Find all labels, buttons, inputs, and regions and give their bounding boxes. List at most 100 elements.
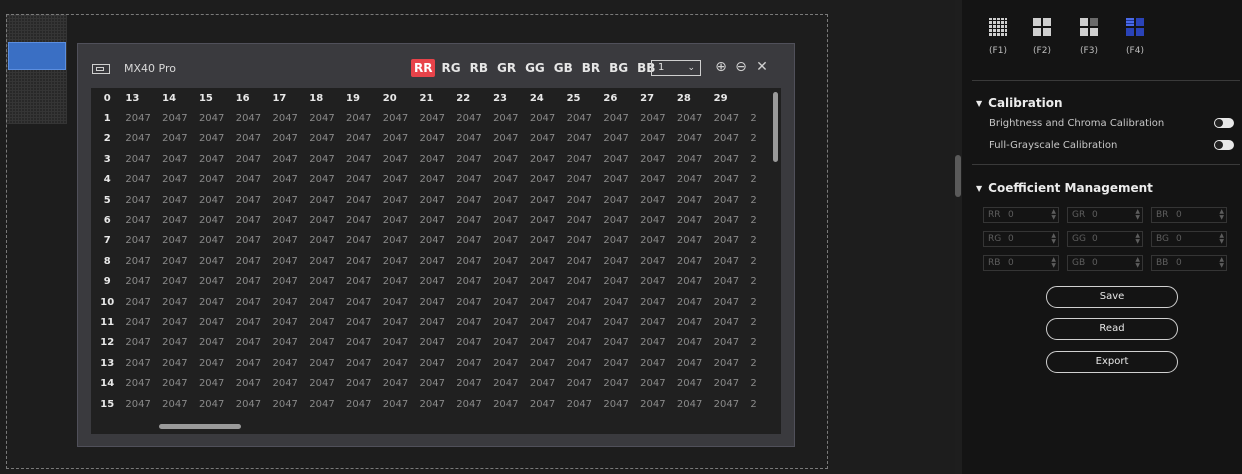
coefficient-cell[interactable]: 2047	[234, 170, 271, 190]
spinner-arrows-icon[interactable]: ▲ ▼	[1135, 257, 1140, 269]
coefficient-cell[interactable]: 2047	[675, 394, 712, 414]
coefficient-cell[interactable]: 2047	[418, 333, 455, 353]
coefficient-cell[interactable]: 2	[748, 272, 781, 292]
coefficient-cell[interactable]: 2047	[307, 210, 344, 230]
coefficient-cell[interactable]: 2047	[270, 272, 307, 292]
coefficient-cell[interactable]: 2047	[160, 292, 197, 312]
coefficient-cell[interactable]: 2047	[491, 251, 528, 271]
coefficient-cell[interactable]: 2047	[197, 272, 234, 292]
coefficient-cell[interactable]: 2047	[712, 231, 749, 251]
coefficient-cell[interactable]: 2047	[565, 272, 602, 292]
coefficient-cell[interactable]: 2047	[565, 108, 602, 128]
coefficient-cell[interactable]: 2047	[197, 312, 234, 332]
coefficient-cell[interactable]: 2047	[381, 333, 418, 353]
coefficient-cell[interactable]: 2047	[160, 333, 197, 353]
coefficient-cell[interactable]: 2047	[454, 251, 491, 271]
coefficient-cell[interactable]: 2047	[197, 251, 234, 271]
brightness-chroma-toggle[interactable]	[1214, 118, 1234, 128]
coefficient-cell[interactable]: 2047	[712, 373, 749, 393]
coefficient-field-bg[interactable]: BG 0 ▲ ▼	[1151, 231, 1227, 247]
coefficient-cell[interactable]: 2047	[160, 129, 197, 149]
coefficient-cell[interactable]: 2047	[123, 210, 160, 230]
coefficient-cell[interactable]: 2047	[528, 251, 565, 271]
coefficient-cell[interactable]: 2047	[270, 108, 307, 128]
coefficient-cell[interactable]: 2047	[160, 394, 197, 414]
coefficient-cell[interactable]: 2047	[234, 108, 271, 128]
coefficient-cell[interactable]: 2047	[197, 292, 234, 312]
coefficient-cell[interactable]: 2047	[638, 108, 675, 128]
coefficient-cell[interactable]: 2047	[712, 272, 749, 292]
coefficient-cell[interactable]: 2047	[528, 129, 565, 149]
coefficient-cell[interactable]: 2047	[344, 373, 381, 393]
coefficient-cell[interactable]: 2047	[601, 149, 638, 169]
coefficient-cell[interactable]: 2047	[418, 190, 455, 210]
coefficient-cell[interactable]: 2047	[344, 170, 381, 190]
coefficient-cell[interactable]: 2047	[160, 353, 197, 373]
coefficient-cell[interactable]: 2047	[344, 108, 381, 128]
coefficient-cell[interactable]: 2047	[344, 312, 381, 332]
spinner-arrows-icon[interactable]: ▲ ▼	[1135, 209, 1140, 221]
tab-bg[interactable]: BG	[606, 59, 631, 77]
coefficient-cell[interactable]: 2047	[381, 353, 418, 373]
coefficient-cell[interactable]: 2047	[712, 108, 749, 128]
coefficient-cell[interactable]: 2047	[528, 333, 565, 353]
calibration-section-title[interactable]: ▼ Calibration	[976, 96, 1063, 110]
coefficient-cell[interactable]: 2047	[712, 333, 749, 353]
coefficient-cell[interactable]: 2047	[491, 149, 528, 169]
coefficient-cell[interactable]: 2047	[234, 210, 271, 230]
coefficient-cell[interactable]: 2047	[454, 272, 491, 292]
coefficient-cell[interactable]: 2047	[675, 210, 712, 230]
coefficient-cell[interactable]: 2047	[601, 251, 638, 271]
coefficient-cell[interactable]: 2047	[601, 170, 638, 190]
coefficient-cell[interactable]: 2047	[270, 353, 307, 373]
coefficient-cell[interactable]: 2047	[160, 149, 197, 169]
coefficient-cell[interactable]: 2047	[601, 394, 638, 414]
coefficient-cell[interactable]: 2047	[565, 333, 602, 353]
coefficient-cell[interactable]: 2047	[307, 394, 344, 414]
coefficient-cell[interactable]: 2047	[712, 149, 749, 169]
coefficient-cell[interactable]: 2047	[344, 231, 381, 251]
coefficient-cell[interactable]: 2047	[491, 394, 528, 414]
coefficient-cell[interactable]: 2047	[675, 353, 712, 373]
mode-f2[interactable]: (F2)	[1022, 18, 1062, 56]
coefficient-cell[interactable]: 2047	[638, 190, 675, 210]
coefficient-cell[interactable]: 2047	[418, 373, 455, 393]
coefficient-cell[interactable]: 2047	[418, 129, 455, 149]
coefficient-cell[interactable]: 2047	[307, 312, 344, 332]
coefficient-cell[interactable]: 2047	[712, 353, 749, 373]
tab-gr[interactable]: GR	[494, 59, 519, 77]
coefficient-cell[interactable]: 2047	[454, 108, 491, 128]
coefficient-cell[interactable]: 2047	[528, 231, 565, 251]
spinner-arrows-icon[interactable]: ▲ ▼	[1051, 209, 1056, 221]
coefficient-cell[interactable]: 2047	[491, 129, 528, 149]
coefficient-cell[interactable]: 2047	[270, 210, 307, 230]
coefficient-cell[interactable]: 2047	[160, 373, 197, 393]
coefficient-field-gb[interactable]: GB 0 ▲ ▼	[1067, 255, 1143, 271]
coefficient-cell[interactable]: 2047	[638, 149, 675, 169]
coefficient-cell[interactable]: 2047	[197, 373, 234, 393]
coefficient-cell[interactable]: 2047	[565, 210, 602, 230]
coefficient-cell[interactable]: 2047	[565, 190, 602, 210]
save-button[interactable]: Save	[1046, 286, 1178, 308]
coefficient-cell[interactable]: 2047	[712, 394, 749, 414]
coefficient-cell[interactable]: 2047	[270, 333, 307, 353]
coefficient-cell[interactable]: 2047	[454, 292, 491, 312]
coefficient-cell[interactable]: 2047	[638, 231, 675, 251]
coefficient-cell[interactable]: 2047	[638, 333, 675, 353]
coefficient-cell[interactable]: 2047	[234, 394, 271, 414]
coefficient-cell[interactable]: 2047	[712, 170, 749, 190]
coefficient-cell[interactable]: 2047	[307, 170, 344, 190]
coefficient-cell[interactable]: 2047	[454, 394, 491, 414]
coefficient-cell[interactable]: 2047	[528, 190, 565, 210]
spinner-arrows-icon[interactable]: ▲ ▼	[1135, 233, 1140, 245]
coefficient-cell[interactable]: 2	[748, 394, 781, 414]
coefficient-cell[interactable]: 2047	[234, 333, 271, 353]
coefficient-cell[interactable]: 2047	[197, 231, 234, 251]
coefficient-cell[interactable]: 2047	[675, 292, 712, 312]
coefficient-cell[interactable]: 2047	[197, 210, 234, 230]
coefficient-cell[interactable]: 2047	[123, 129, 160, 149]
coefficient-cell[interactable]: 2047	[381, 108, 418, 128]
coefficient-cell[interactable]: 2047	[418, 231, 455, 251]
coefficient-cell[interactable]: 2047	[638, 170, 675, 190]
coefficient-cell[interactable]: 2047	[234, 251, 271, 271]
